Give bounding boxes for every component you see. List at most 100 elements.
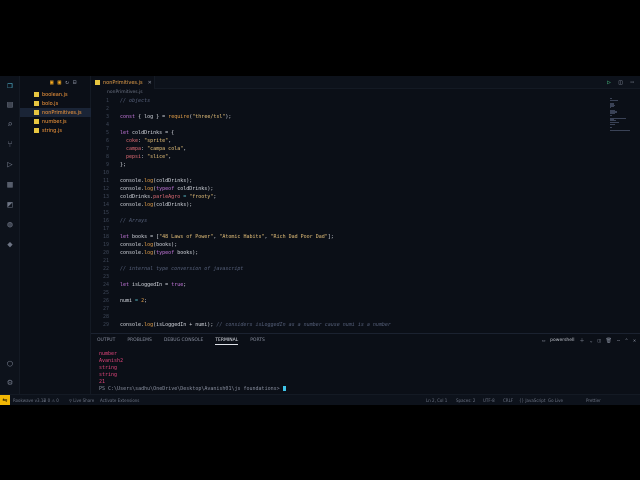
code-line[interactable]: 19 console.log(books); xyxy=(91,241,591,249)
collapse-icon[interactable]: ⊟ xyxy=(73,80,77,86)
line-number: 6 xyxy=(105,138,109,144)
split-terminal-icon[interactable]: ◫ xyxy=(598,338,601,344)
line-number: 5 xyxy=(105,130,109,136)
chat-icon[interactable]: ◍ xyxy=(5,220,15,230)
code-line[interactable]: 6 coke: "sprite", xyxy=(91,137,591,145)
code-line[interactable]: 7 campa: "campa cola", xyxy=(91,145,591,153)
code-token: books = [ xyxy=(129,234,160,240)
close-panel-icon[interactable]: ✕ xyxy=(633,338,636,344)
file-item[interactable]: string.js xyxy=(20,126,91,135)
code-line[interactable]: 25 xyxy=(91,289,591,297)
run-debug-icon[interactable]: ▷ xyxy=(5,160,15,170)
code-line[interactable]: 22 // internal type conversion of javascr… xyxy=(91,265,591,273)
code-line[interactable]: 20 console.log(typeof books); xyxy=(91,249,591,257)
panel-tab-terminal[interactable]: TERMINAL xyxy=(215,338,239,345)
code-token: "three/tsl" xyxy=(192,114,226,120)
more-actions-icon[interactable]: ⋯ xyxy=(630,79,634,86)
code-line[interactable]: 14 console.log(coldDrinks); xyxy=(91,201,591,209)
editor-tab-nonprimitives[interactable]: nonPrimitives.js ✕ xyxy=(91,76,155,89)
search-icon[interactable]: ⌕ xyxy=(5,120,15,130)
panel-tab-output[interactable]: OUTPUT xyxy=(97,338,115,345)
new-file-icon[interactable]: ▣ xyxy=(50,80,54,86)
terminal-prompt[interactable]: PS C:\Users\sadhu\OneDrive\Desktop\Avani… xyxy=(99,386,619,393)
code-token: // considers isLoggedIn as a number caus… xyxy=(216,322,391,328)
editor-icon[interactable]: ▤ xyxy=(5,100,15,110)
python-icon[interactable]: ◆ xyxy=(5,240,15,250)
code-text: console.log(coldDrinks); xyxy=(120,201,192,209)
code-line[interactable]: 1 // objects xyxy=(91,97,591,105)
code-line[interactable]: 10 xyxy=(91,169,591,177)
terminal-shell-name[interactable]: powershell xyxy=(550,338,574,343)
remote-explorer-icon[interactable]: ◩ xyxy=(5,200,15,210)
status-item[interactable]: Spaces: 2 xyxy=(456,398,475,403)
chevron-down-icon[interactable]: ⌄ xyxy=(590,338,593,344)
code-line[interactable]: 17 xyxy=(91,225,591,233)
file-item[interactable]: number.js xyxy=(20,117,91,126)
code-line[interactable]: 9}; xyxy=(91,161,591,169)
code-line[interactable]: 13 coldDrinks.parleAgro = "frooty"; xyxy=(91,193,591,201)
add-terminal-icon[interactable]: ＋ xyxy=(580,337,585,344)
panel-tab-problems[interactable]: PROBLEMS xyxy=(127,338,152,345)
code-line[interactable]: 24 let isLoggedIn = true; xyxy=(91,281,591,289)
code-line[interactable]: 8 pepsi: "slice", xyxy=(91,153,591,161)
code-line[interactable]: 5 let coldDrinks = { xyxy=(91,129,591,137)
code-text: console.log(books); xyxy=(120,241,177,249)
code-line[interactable]: 18 let books = ["48 Laws of Power", "Atom… xyxy=(91,233,591,241)
minimap[interactable] xyxy=(610,98,630,132)
status-item[interactable]: UTF-8 xyxy=(483,398,495,403)
maximize-panel-icon[interactable]: ⌃ xyxy=(625,338,628,344)
close-icon[interactable]: ✕ xyxy=(148,80,152,86)
more-actions-icon[interactable]: ⋯ xyxy=(617,338,620,344)
run-icon[interactable]: ▷ xyxy=(607,79,611,86)
line-number: 3 xyxy=(105,114,109,120)
code-line[interactable]: 15 xyxy=(91,209,591,217)
code-text: const { log } = require("three/tsl"); xyxy=(120,113,231,121)
status-item[interactable]: ⚲ Live Share xyxy=(69,398,94,403)
file-item[interactable]: nonPrimitives.js xyxy=(20,108,91,117)
code-token: console xyxy=(120,186,142,192)
code-line[interactable]: 21 xyxy=(91,257,591,265)
code-token: "campa cola" xyxy=(147,146,184,152)
code-line[interactable]: 28 xyxy=(91,313,591,321)
remote-icon[interactable]: ⇋ xyxy=(0,395,10,405)
status-item[interactable]: Prettier xyxy=(586,398,601,403)
code-line[interactable]: 2 xyxy=(91,105,591,113)
status-item[interactable]: Go Live xyxy=(548,398,563,403)
status-item[interactable]: Ln 2, Col 1 xyxy=(426,398,447,403)
code-token: coldDrinks xyxy=(120,194,151,200)
code-line[interactable]: 26 numi = 2; xyxy=(91,297,591,305)
code-token: console xyxy=(120,202,142,208)
breadcrumb[interactable]: nonPrimitives.js xyxy=(107,90,143,95)
status-item[interactable]: ⊗ 0 ⚠ 0 xyxy=(43,398,59,403)
code-line[interactable]: 4 xyxy=(91,121,591,129)
line-number: 22 xyxy=(102,266,109,272)
code-line[interactable]: 3 const { log } = require("three/tsl"); xyxy=(91,113,591,121)
new-folder-icon[interactable]: ▣ xyxy=(58,80,62,86)
file-item[interactable]: bolo.js xyxy=(20,99,91,108)
account-icon[interactable]: ◯ xyxy=(5,359,15,369)
status-item[interactable]: {} JavaScript xyxy=(519,398,545,403)
panel-tab-ports[interactable]: PORTS xyxy=(250,338,265,345)
extensions-icon[interactable]: ▦ xyxy=(5,180,15,190)
terminal-output[interactable]: number Avanish2 string string 21 PS C:\Users… xyxy=(99,351,619,393)
file-item[interactable]: boolean.js xyxy=(20,90,91,99)
code-line[interactable]: 23 xyxy=(91,273,591,281)
trash-icon[interactable]: 🗑 xyxy=(606,338,612,344)
refresh-icon[interactable]: ↻ xyxy=(65,80,69,86)
split-editor-icon[interactable]: ◫ xyxy=(619,79,623,86)
code-line[interactable]: 27 xyxy=(91,305,591,313)
status-item[interactable]: Activate Extensions xyxy=(100,398,139,403)
line-number: 7 xyxy=(105,146,109,152)
code-line[interactable]: 16 // Arrays xyxy=(91,217,591,225)
code-line[interactable]: 12 console.log(typeof coldDrinks); xyxy=(91,185,591,193)
code-text: let isLoggedIn = true; xyxy=(120,281,186,289)
status-item[interactable]: Rookwave v3.17 xyxy=(13,398,46,403)
source-control-icon[interactable]: ⑂ xyxy=(5,140,15,150)
panel-tab-debug-console[interactable]: DEBUG CONSOLE xyxy=(164,338,203,345)
line-number: 4 xyxy=(105,122,109,128)
status-item[interactable]: CRLF xyxy=(503,398,513,403)
code-line[interactable]: 11 console.log(coldDrinks); xyxy=(91,177,591,185)
code-line[interactable]: 29 console.log(isLoggedIn + numi); // con… xyxy=(91,321,591,329)
gear-icon[interactable]: ⚙ xyxy=(5,378,15,388)
files-icon[interactable]: ❐ xyxy=(5,81,15,91)
